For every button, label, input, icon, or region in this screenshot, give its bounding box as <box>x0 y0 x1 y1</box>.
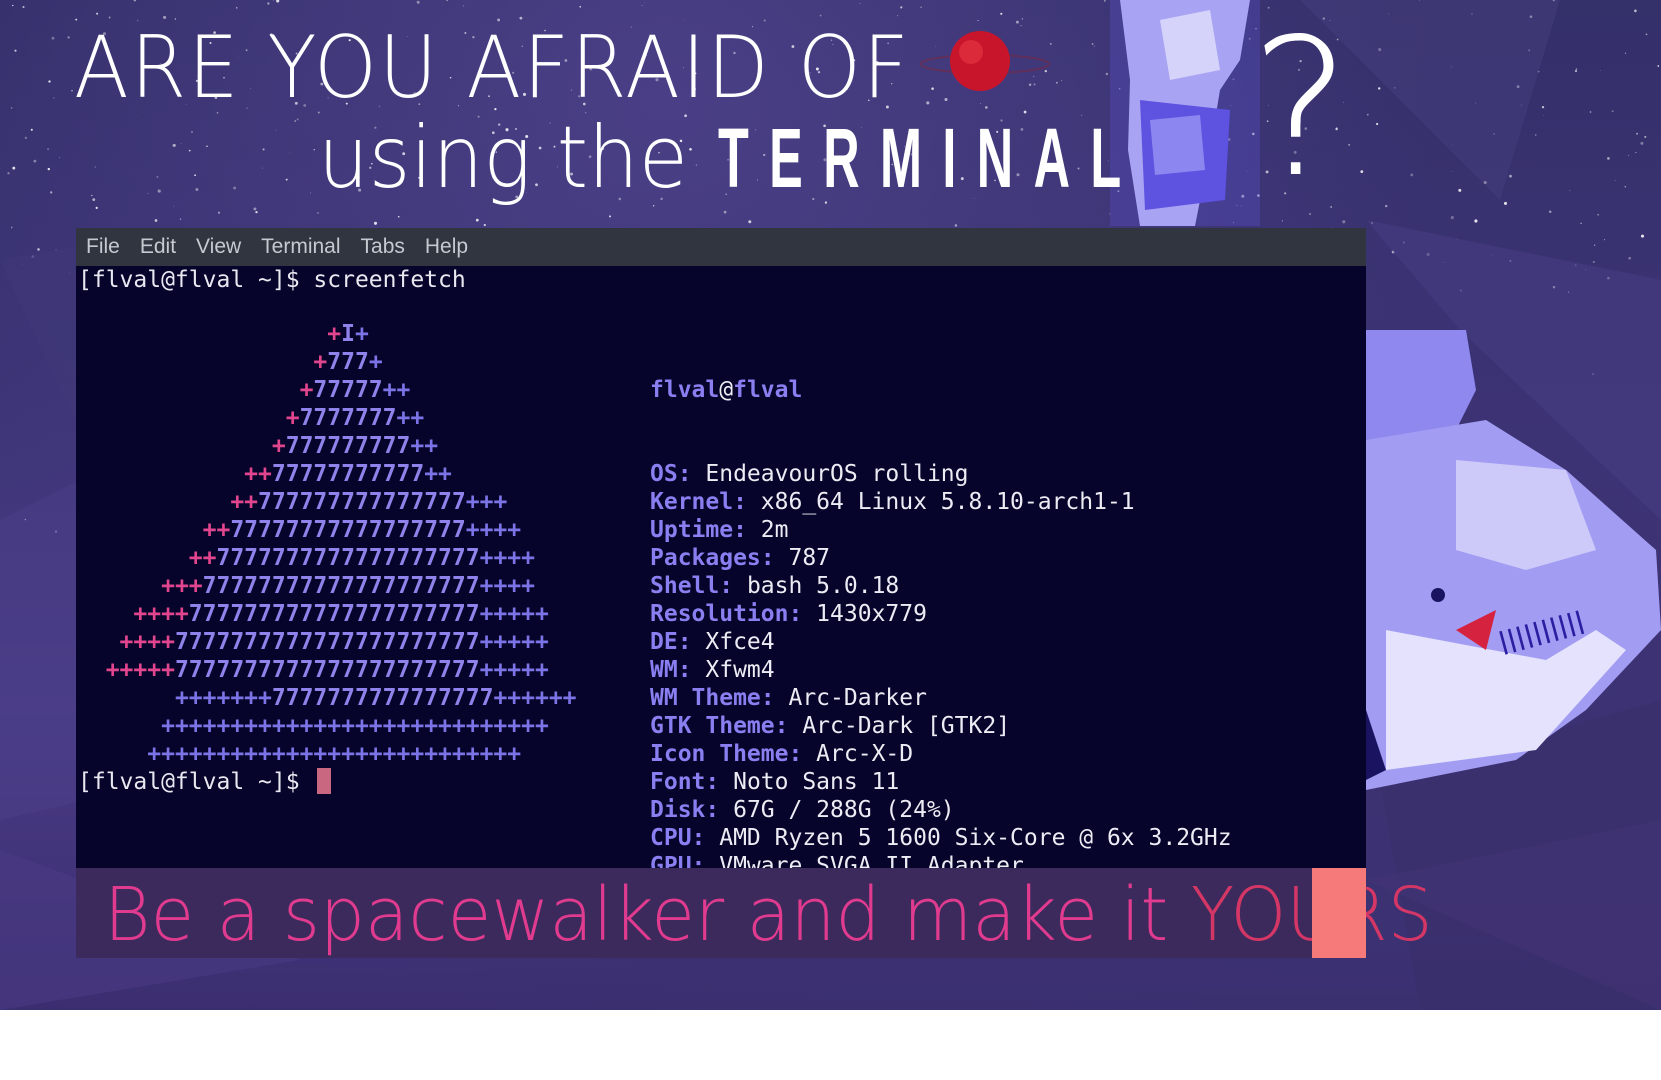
info-key: WM Theme: <box>650 685 775 711</box>
info-key: DE: <box>650 629 692 655</box>
astronaut-image-side: |||||||||| <box>1366 330 1661 790</box>
info-row: DE: Xfce4 <box>650 628 1232 656</box>
info-value: Xfwm4 <box>691 657 775 683</box>
info-value: Arc-X-D <box>802 741 914 767</box>
info-value: Arc-Darker <box>774 685 927 711</box>
headline-question-mark: ? <box>1250 0 1351 219</box>
logo-line: ++77777777777777777++++ <box>202 517 522 543</box>
info-key: Resolution: <box>650 601 803 627</box>
info-row: CPU: AMD Ryzen 5 1600 Six-Core @ 6x 3.2G… <box>650 824 1232 852</box>
hostname: flval <box>733 377 803 403</box>
menu-terminal[interactable]: Terminal <box>251 228 350 266</box>
info-value: 2m <box>746 517 789 543</box>
logo-line: ++777777777777777+++ <box>230 489 508 515</box>
logo-line: +++++++++++++++++++++++++++ <box>147 741 522 767</box>
logo-line: +++++7777777777777777777777+++++ <box>105 657 549 683</box>
menu-help[interactable]: Help <box>415 228 478 266</box>
info-value: x86_64 Linux 5.8.10-arch1-1 <box>746 489 1135 515</box>
slogan-main: Be a spacewalker and make it <box>104 872 1191 958</box>
logo-line: +777+ <box>313 349 383 375</box>
info-key: Uptime: <box>650 517 747 543</box>
info-value: 787 <box>774 545 831 571</box>
info-row: Kernel: x86_64 Linux 5.8.10-arch1-1 <box>650 488 1232 516</box>
info-value: bash 5.0.18 <box>733 573 900 599</box>
info-value: EndeavourOS rolling <box>691 461 969 487</box>
info-key: Shell: <box>650 573 734 599</box>
info-list: OS: EndeavourOS rolling Kernel: x86_64 Li… <box>650 460 1232 908</box>
terminal-output[interactable]: [flval@flval ~]$ screenfetch +I+ +777+ +… <box>76 266 1366 907</box>
terminal-menubar: File Edit View Terminal Tabs Help <box>76 228 1366 266</box>
info-key: WM: <box>650 657 692 683</box>
info-key: Font: <box>650 769 720 795</box>
slogan-banner: Be a spacewalker and make it YOURS <box>76 868 1433 958</box>
final-prompt-line: [flval@flval ~]$ <box>78 768 332 796</box>
info-row: Icon Theme: Arc-X-D <box>650 740 1232 768</box>
info-row: Font: Noto Sans 11 <box>650 768 1232 796</box>
info-key: Disk: <box>650 797 720 823</box>
prompt: [flval@flval ~]$ <box>78 267 314 293</box>
command-line: [flval@flval ~]$ screenfetch <box>78 266 466 294</box>
info-key: CPU: <box>650 825 706 851</box>
logo-line: +777777777++ <box>271 433 439 459</box>
user-host-line: flval@flval <box>650 377 803 403</box>
info-value: 67G / 288G (24%) <box>719 797 955 823</box>
logo-line: +7777777++ <box>285 405 425 431</box>
username: flval <box>650 377 720 403</box>
info-row: OS: EndeavourOS rolling <box>650 460 1232 488</box>
prompt: [flval@flval ~]$ <box>78 769 314 795</box>
slogan-text: Be a spacewalker and make it YOURS <box>104 872 1433 958</box>
info-value: Noto Sans 11 <box>719 769 900 795</box>
info-key: Kernel: <box>650 489 747 515</box>
info-value: 1430x779 <box>802 601 927 627</box>
info-row: Packages: 787 <box>650 544 1232 572</box>
info-key: Packages: <box>650 545 775 571</box>
menu-tabs[interactable]: Tabs <box>351 228 415 266</box>
info-key: Icon Theme: <box>650 741 803 767</box>
logo-line: ++7777777777777777777++++ <box>188 545 535 571</box>
text-cursor <box>317 768 332 794</box>
logo-line: ++77777777777++ <box>244 461 452 487</box>
info-row: Uptime: 2m <box>650 516 1232 544</box>
info-key: GTK Theme: <box>650 713 789 739</box>
logo-line: +77777++ <box>299 377 411 403</box>
menu-edit[interactable]: Edit <box>130 228 186 266</box>
endeavouros-ascii-logo: +I+ +777+ +77777++ +7777777++ +777777777… <box>78 320 577 768</box>
logo-line: +++77777777777777777777++++ <box>161 573 535 599</box>
logo-line: +I+ <box>327 321 369 347</box>
terminal-window[interactable]: File Edit View Terminal Tabs Help [flval… <box>76 228 1366 907</box>
info-value: Arc-Dark [GTK2] <box>788 713 1011 739</box>
info-key: OS: <box>650 461 692 487</box>
info-row: Disk: 67G / 288G (24%) <box>650 796 1232 824</box>
info-row: WM Theme: Arc-Darker <box>650 684 1232 712</box>
info-row: GTK Theme: Arc-Dark [GTK2] <box>650 712 1232 740</box>
headline-line-2-prefix: using the <box>318 108 688 208</box>
logo-line: ++++7777777777777777777777+++++ <box>119 629 549 655</box>
info-row: Resolution: 1430x779 <box>650 600 1232 628</box>
headline-line-1: ARE YOU AFRAID OF <box>74 18 911 118</box>
logo-line: ++++777777777777777777777+++++ <box>133 601 549 627</box>
info-row: WM: Xfwm4 <box>650 656 1232 684</box>
logo-line: ++++++++++++++++++++++++++++ <box>161 713 549 739</box>
command-text: screenfetch <box>313 267 466 293</box>
cursor-block-decoration <box>1312 868 1366 958</box>
info-value: AMD Ryzen 5 1600 Six-Core @ 6x 3.2GHz <box>705 825 1232 851</box>
red-planet-icon <box>920 31 1050 91</box>
info-row: Shell: bash 5.0.18 <box>650 572 1232 600</box>
menu-file[interactable]: File <box>76 228 130 266</box>
logo-line: +++++++7777777777777777++++++ <box>174 685 577 711</box>
info-value: Xfce4 <box>691 629 775 655</box>
headline-terminal-word: TERMINAL <box>718 111 1142 205</box>
menu-view[interactable]: View <box>186 228 251 266</box>
